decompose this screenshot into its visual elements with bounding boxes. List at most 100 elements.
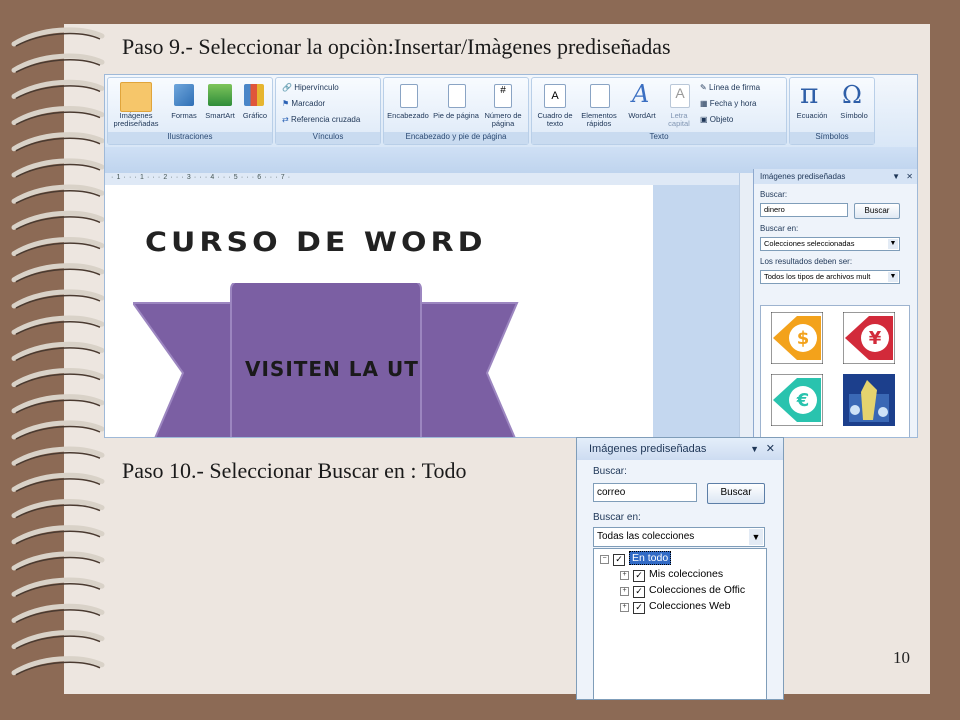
yen-clipart[interactable]: ¥ [843,312,895,364]
dollar-clipart[interactable]: $ [771,312,823,364]
checkbox-icon[interactable]: ✓ [633,602,645,614]
shapes-icon[interactable] [174,84,194,106]
pane2-title: Imágenes prediseñadas [589,443,707,455]
bookmark-button[interactable]: ⚑ Marcador [282,99,325,109]
search-in-value: Colecciones seleccionadas [764,239,855,248]
svg-text:¥: ¥ [869,328,882,349]
smartart-icon[interactable] [208,84,232,106]
header-button[interactable]: Encabezado [384,112,432,120]
wordart-icon[interactable]: A [632,82,654,106]
page-number: 10 [893,648,910,667]
spiral-ring [11,158,105,178]
spiral-ring [11,53,105,73]
checkbox-icon[interactable]: ✓ [613,554,625,566]
collections-tree: − ✓ En todo + ✓ Mis colecciones + ✓ Coleccione… [593,548,767,699]
signature-line-label: Línea de firma [708,83,761,92]
chevron-down-icon[interactable]: ▼ [888,272,898,282]
search-input[interactable]: dinero [760,203,848,217]
euro-clipart[interactable]: € [771,374,823,426]
tree-item-label: Colecciones de Offic [649,584,746,596]
spiral-ring [11,289,105,309]
search-button[interactable]: Buscar [707,483,765,504]
footer-button[interactable]: Pie de página [432,112,480,120]
spiral-ring [11,498,105,519]
spiral-ring [11,525,105,545]
spiral-ring [11,236,105,257]
wordart-button[interactable]: WordArt [622,112,662,120]
tree-item-office-collections[interactable]: + ✓ Colecciones de Offic [620,584,745,598]
equation-button[interactable]: Ecuación [790,112,834,120]
expand-icon[interactable]: + [620,603,629,612]
dropcap-icon[interactable]: A [670,84,690,108]
expand-icon[interactable]: + [620,571,629,580]
header-icon[interactable] [400,84,418,108]
tree-item-my-collections[interactable]: + ✓ Mis colecciones [620,568,723,582]
quickparts-button[interactable]: Elementos rápidos [576,112,622,128]
svg-text:$: $ [797,328,810,349]
footer-icon[interactable] [448,84,466,108]
datetime-button[interactable]: ▦ Fecha y hora [700,99,757,109]
hyperlink-button[interactable]: 🔗 Hipervínculo [282,83,339,93]
spiral-ring [11,341,105,361]
checkbox-icon[interactable]: ✓ [633,586,645,598]
chart-button[interactable]: Gráfico [238,112,272,120]
document-page[interactable]: CURSO DE WORD VISITEN LA UT [105,185,653,437]
clipart-icon[interactable] [120,82,152,112]
tree-item-label: Mis colecciones [649,568,724,580]
document-margin-area [653,185,739,437]
quickparts-icon[interactable] [590,84,610,108]
checkbox-icon[interactable]: ✓ [633,570,645,582]
ribbon: Imágenes prediseñadas Formas SmartArt Gr… [105,75,917,148]
clipart-button[interactable]: Imágenes prediseñadas [108,112,164,128]
money-photo-clipart[interactable] [843,374,895,426]
symbol-button[interactable]: Símbolo [834,112,874,120]
chart-icon[interactable] [244,84,264,106]
clipart-pane-screenshot: Imágenes prediseñadas ▼ ✕ Buscar: correo B… [576,437,784,700]
step9-title: Paso 9.- Seleccionar la opciòn:Insertar/… [122,34,671,59]
spiral-binding-decoration [11,27,105,676]
close-icon[interactable]: ✕ [766,438,775,460]
spiral-ring [11,394,105,414]
equation-pi-icon[interactable]: π [800,80,824,108]
search-in-select[interactable]: Colecciones seleccionadas ▼ [760,237,900,251]
collapse-icon[interactable]: − [600,555,609,564]
chevron-down-icon[interactable]: ▼ [749,529,763,545]
search-button[interactable]: Buscar [854,203,900,219]
spiral-ring [11,105,105,126]
search-in-value: Todas las colecciones [597,531,695,542]
clipart-task-pane: Imágenes prediseñadas ▼ ✕ Buscar: dinero B… [753,169,917,437]
dropdown-icon[interactable]: ▼ [892,169,900,184]
dropdown-icon[interactable]: ▼ [750,438,759,460]
shapes-button[interactable]: Formas [166,112,202,120]
textbox-icon[interactable]: A [544,84,566,108]
results-value: Todos los tipos de archivos mult [764,272,871,281]
object-button[interactable]: ▣ Objeto [700,115,733,125]
spiral-ring [11,551,105,571]
omega-icon[interactable]: Ω [842,82,866,108]
tree-item-all[interactable]: − ✓ En todo [600,551,672,566]
pane-header: Imágenes prediseñadas ▼ ✕ [754,169,917,184]
svg-text:€: € [796,390,810,411]
dropcap-button[interactable]: Letra capital [662,112,696,128]
search-in-select[interactable]: Todas las colecciones ▼ [593,527,765,547]
smartart-button[interactable]: SmartArt [202,112,238,120]
crossref-button[interactable]: ⇄ Referencia cruzada [282,115,360,125]
search-input[interactable]: correo [593,483,697,502]
close-icon[interactable]: ✕ [906,169,913,184]
page-number-icon[interactable]: # [494,84,512,108]
ribbon-group-vinculos: 🔗 Hipervínculo ⚑ Marcador ⇄ Referencia c… [275,77,381,145]
tree-item-label: En todo [629,551,672,565]
document-heading: CURSO DE WORD [145,226,487,259]
step10-title: Paso 10.- Seleccionar Buscar en : Todo [122,458,467,483]
expand-icon[interactable]: + [620,587,629,596]
textbox-button[interactable]: Cuadro de texto [532,112,578,128]
chevron-down-icon[interactable]: ▼ [888,239,898,249]
object-label: Objeto [709,115,734,124]
ruler-ticks: · 1 · · · 1 · · · 2 · · · 3 · · · 4 · · … [111,174,291,181]
clipart-results: $ ¥ € [760,305,910,437]
vertical-scrollbar[interactable] [739,173,754,437]
signature-line-button[interactable]: ✎ Línea de firma [700,83,760,93]
tree-item-web-collections[interactable]: + ✓ Colecciones Web [620,600,731,614]
results-select[interactable]: Todos los tipos de archivos mult ▼ [760,270,900,284]
page-number-button[interactable]: Número de página [478,112,528,128]
